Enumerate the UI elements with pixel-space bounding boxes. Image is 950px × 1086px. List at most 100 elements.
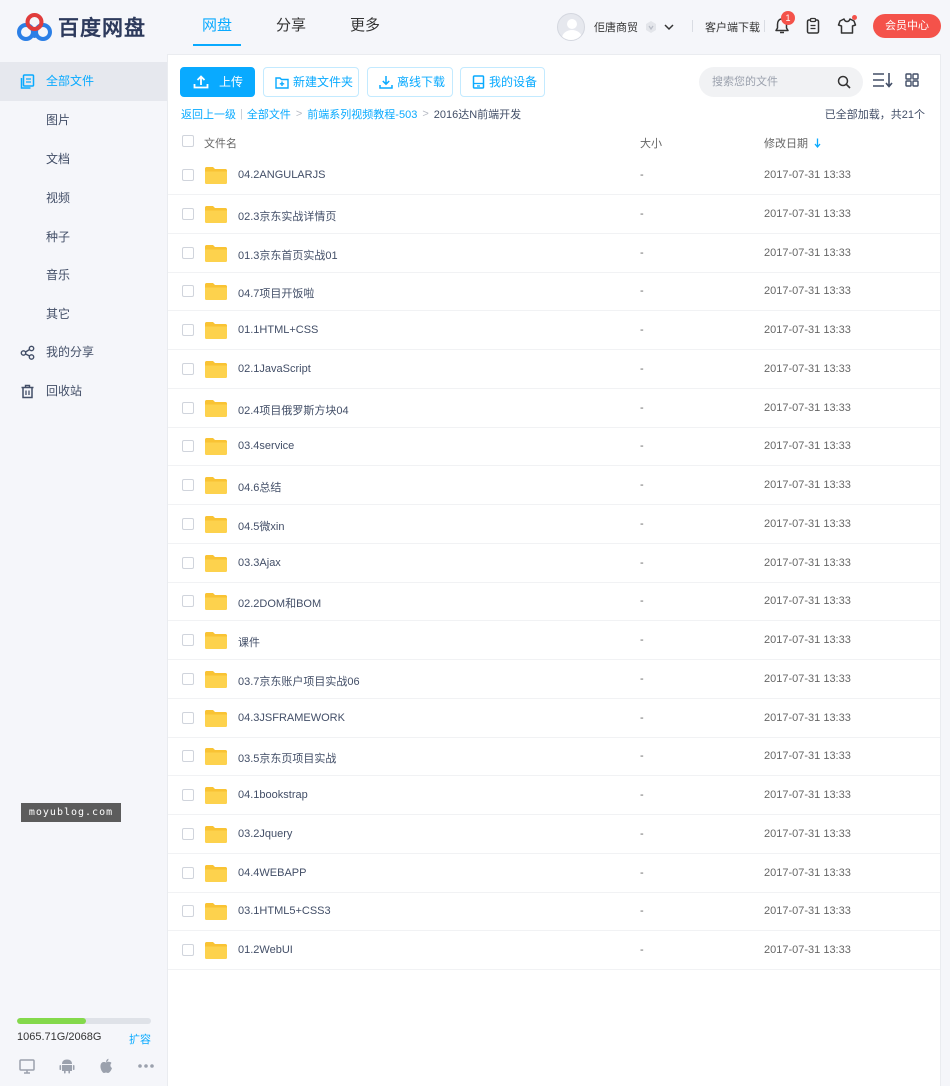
sidebar-item-documents[interactable]: 文档 <box>0 140 167 179</box>
search-input[interactable] <box>712 73 832 91</box>
user-menu[interactable]: 佢唐商贸 <box>557 12 674 42</box>
file-name[interactable]: 04.2ANGULARJS <box>238 169 325 181</box>
table-row[interactable]: 03.7京东账户项目实战06 - 2017-07-31 13:33 <box>168 660 940 699</box>
table-row[interactable]: 03.5京东页项目实战 - 2017-07-31 13:33 <box>168 737 940 777</box>
row-checkbox[interactable] <box>182 905 194 918</box>
desktop-icon[interactable] <box>18 1057 36 1075</box>
sidebar-item-images[interactable]: 图片 <box>0 101 167 140</box>
row-checkbox[interactable] <box>182 401 194 414</box>
file-name[interactable]: 02.3京东实战详情页 <box>238 208 336 224</box>
file-name[interactable]: 03.1HTML5+CSS3 <box>238 905 331 917</box>
table-row[interactable]: 01.2WebUI - 2017-07-31 13:33 <box>168 931 940 970</box>
logo[interactable]: 百度网盘 <box>16 12 146 42</box>
row-checkbox[interactable] <box>182 672 194 685</box>
breadcrumb-back[interactable]: 返回上一级 <box>181 106 236 122</box>
file-name[interactable]: 02.2DOM和BOM <box>238 595 321 611</box>
row-checkbox[interactable] <box>182 595 194 608</box>
sidebar-item-other[interactable]: 其它 <box>0 295 167 334</box>
table-row[interactable]: 03.2Jquery - 2017-07-31 13:33 <box>168 815 940 854</box>
row-checkbox[interactable] <box>182 324 194 336</box>
search-icon[interactable] <box>837 75 851 89</box>
select-all-checkbox[interactable] <box>182 135 194 147</box>
avatar[interactable] <box>557 13 585 41</box>
row-checkbox[interactable] <box>182 827 194 840</box>
table-row[interactable]: 02.4项目俄罗斯方块04 - 2017-07-31 13:33 <box>168 389 940 428</box>
row-checkbox[interactable] <box>182 169 194 181</box>
file-name[interactable]: 课件 <box>238 634 260 650</box>
file-name[interactable]: 04.1bookstrap <box>238 789 308 801</box>
sidebar-item-videos[interactable]: 视频 <box>0 179 167 218</box>
sort-icon[interactable] <box>872 71 894 89</box>
file-name[interactable]: 04.3JSFRAMEWORK <box>238 712 345 724</box>
file-name[interactable]: 03.2Jquery <box>238 828 292 840</box>
expand-storage-link[interactable]: 扩容 <box>129 1031 151 1047</box>
table-row[interactable]: 03.1HTML5+CSS3 - 2017-07-31 13:33 <box>168 892 940 932</box>
file-name[interactable]: 04.7项目开饭啦 <box>238 285 314 301</box>
nav-tab-share[interactable]: 分享 <box>254 0 328 54</box>
table-row[interactable]: 01.3京东首页实战01 - 2017-07-31 13:33 <box>168 234 940 273</box>
row-checkbox[interactable] <box>182 944 194 956</box>
file-name[interactable]: 02.4项目俄罗斯方块04 <box>238 402 349 418</box>
clipboard-icon[interactable] <box>804 17 822 35</box>
user-name[interactable]: 佢唐商贸 <box>594 19 638 35</box>
file-name[interactable]: 01.1HTML+CSS <box>238 324 318 336</box>
apple-icon[interactable] <box>97 1057 115 1075</box>
vip-center-button[interactable]: 会员中心 <box>873 14 941 38</box>
row-checkbox[interactable] <box>182 866 194 879</box>
row-checkbox[interactable] <box>182 517 194 530</box>
file-name[interactable]: 03.7京东账户项目实战06 <box>238 673 360 689</box>
offline-download-button[interactable]: 离线下载 <box>367 67 453 97</box>
column-header-name[interactable]: 文件名 <box>204 135 237 151</box>
client-download-link[interactable]: 客户端下载 <box>705 19 760 35</box>
table-row[interactable]: 04.2ANGULARJS - 2017-07-31 13:33 <box>168 156 940 195</box>
file-name[interactable]: 04.5微xin <box>238 518 284 534</box>
nav-tab-more[interactable]: 更多 <box>328 0 402 54</box>
row-checkbox[interactable] <box>182 789 194 801</box>
row-checkbox[interactable] <box>182 711 194 724</box>
more-icon[interactable] <box>137 1057 155 1075</box>
sidebar-item-music[interactable]: 音乐 <box>0 256 167 295</box>
file-name[interactable]: 03.4service <box>238 440 294 452</box>
table-row[interactable]: 02.2DOM和BOM - 2017-07-31 13:33 <box>168 582 940 622</box>
file-name[interactable]: 03.3Ajax <box>238 557 281 569</box>
android-icon[interactable] <box>58 1057 76 1075</box>
sidebar-item-recycle-bin[interactable]: 回收站 <box>0 372 167 411</box>
grid-view-icon[interactable] <box>905 73 919 87</box>
row-checkbox[interactable] <box>182 207 194 220</box>
my-devices-button[interactable]: 我的设备 <box>460 67 545 97</box>
breadcrumb-item[interactable]: 全部文件 <box>247 106 291 122</box>
table-row[interactable]: 课件 - 2017-07-31 13:33 <box>168 621 940 660</box>
column-header-date[interactable]: 修改日期 <box>764 135 821 151</box>
table-row[interactable]: 03.3Ajax - 2017-07-31 13:33 <box>168 544 940 583</box>
table-row[interactable]: 03.4service - 2017-07-31 13:33 <box>168 427 940 467</box>
breadcrumb-item[interactable]: 前端系列视频教程-503 <box>307 106 417 122</box>
file-name[interactable]: 02.1JavaScript <box>238 363 311 375</box>
table-row[interactable]: 04.5微xin - 2017-07-31 13:33 <box>168 505 940 544</box>
table-row[interactable]: 04.3JSFRAMEWORK - 2017-07-31 13:33 <box>168 699 940 738</box>
row-checkbox[interactable] <box>182 556 194 569</box>
row-checkbox[interactable] <box>182 440 194 453</box>
table-row[interactable]: 02.1JavaScript - 2017-07-31 13:33 <box>168 350 940 389</box>
chevron-down-icon[interactable] <box>664 22 674 32</box>
table-row[interactable]: 04.7项目开饭啦 - 2017-07-31 13:33 <box>168 272 940 312</box>
file-name[interactable]: 01.2WebUI <box>238 944 293 956</box>
table-row[interactable]: 04.6总结 - 2017-07-31 13:33 <box>168 466 940 505</box>
row-checkbox[interactable] <box>182 285 194 298</box>
file-name[interactable]: 03.5京东页项目实战 <box>238 750 336 766</box>
file-name[interactable]: 04.4WEBAPP <box>238 867 306 879</box>
row-checkbox[interactable] <box>182 246 194 259</box>
nav-tab-netdisk[interactable]: 网盘 <box>180 0 254 54</box>
sidebar-item-my-share[interactable]: 我的分享 <box>0 333 167 372</box>
table-row[interactable]: 04.4WEBAPP - 2017-07-31 13:33 <box>168 854 940 893</box>
table-row[interactable]: 04.1bookstrap - 2017-07-31 13:33 <box>168 776 940 815</box>
upload-button[interactable]: 上传 <box>180 67 255 97</box>
table-row[interactable]: 01.1HTML+CSS - 2017-07-31 13:33 <box>168 311 940 350</box>
row-checkbox[interactable] <box>182 479 194 491</box>
file-name[interactable]: 04.6总结 <box>238 479 281 495</box>
sidebar-item-all-files[interactable]: 全部文件 <box>0 62 167 101</box>
sidebar-item-torrents[interactable]: 种子 <box>0 218 167 257</box>
row-checkbox[interactable] <box>182 362 194 375</box>
column-header-size[interactable]: 大小 <box>640 135 662 151</box>
file-name[interactable]: 01.3京东首页实战01 <box>238 247 338 263</box>
table-row[interactable]: 02.3京东实战详情页 - 2017-07-31 13:33 <box>168 195 940 234</box>
